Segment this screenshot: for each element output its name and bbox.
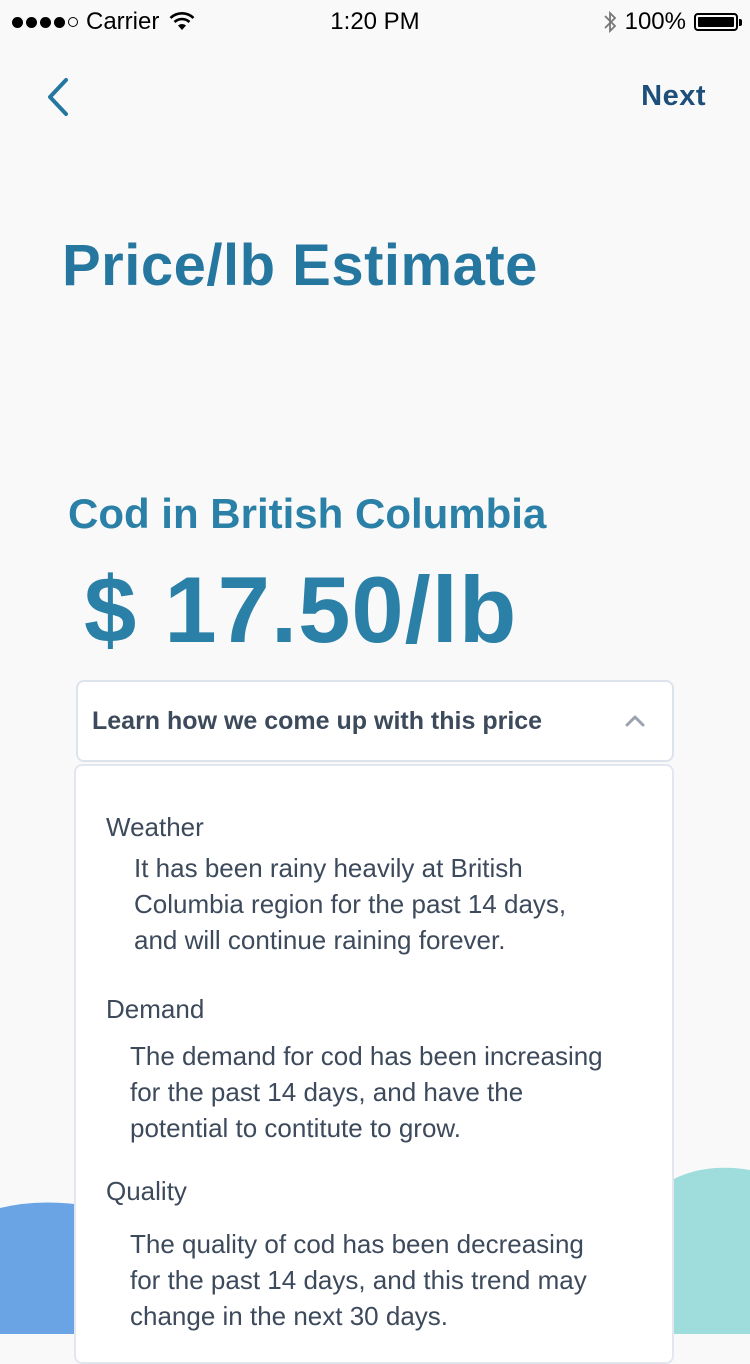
weather-text: It has been rainy heavily at British Col…	[134, 850, 654, 958]
price-estimate: $ 17.50/lb	[84, 557, 518, 662]
demand-line: potential to contitute to grow.	[130, 1113, 461, 1143]
weather-line: It has been rainy heavily at British	[134, 853, 523, 883]
price-explanation-toggle[interactable]: Learn how we come up with this price	[76, 680, 674, 762]
chevron-left-icon	[48, 78, 68, 116]
bluetooth-icon	[603, 10, 616, 34]
demand-line: for the past 14 days, and have the	[130, 1077, 524, 1107]
quality-line: The quality of cod has been decreasing	[130, 1229, 584, 1259]
price-explanation-panel: Weather It has been rainy heavily at Bri…	[74, 764, 674, 1364]
battery-percent: 100%	[624, 8, 686, 35]
page-title: Price/lb Estimate	[62, 233, 538, 298]
weather-line: and will continue raining forever.	[134, 925, 506, 955]
price-explanation-label: Learn how we come up with this price	[92, 706, 543, 735]
next-button[interactable]: Next	[641, 80, 706, 113]
weather-heading: Weather	[106, 812, 204, 842]
fish-region-heading: Cod in British Columbia	[68, 490, 547, 537]
demand-heading: Demand	[106, 994, 205, 1024]
quality-text: The quality of cod has been decreasing f…	[130, 1226, 650, 1334]
back-button[interactable]	[40, 74, 80, 120]
quality-line: change in the next 30 days.	[130, 1301, 449, 1331]
status-right: 100%	[603, 8, 742, 36]
chevron-up-icon	[625, 715, 645, 727]
status-bar: Carrier 1:20 PM 100%	[0, 0, 750, 44]
quality-heading: Quality	[106, 1176, 187, 1206]
weather-line: Columbia region for the past 14 days,	[134, 889, 567, 919]
quality-line: for the past 14 days, and this trend may	[130, 1265, 587, 1295]
demand-line: The demand for cod has been increasing	[130, 1041, 603, 1071]
battery-icon	[694, 13, 742, 31]
demand-text: The demand for cod has been increasing f…	[130, 1038, 650, 1146]
